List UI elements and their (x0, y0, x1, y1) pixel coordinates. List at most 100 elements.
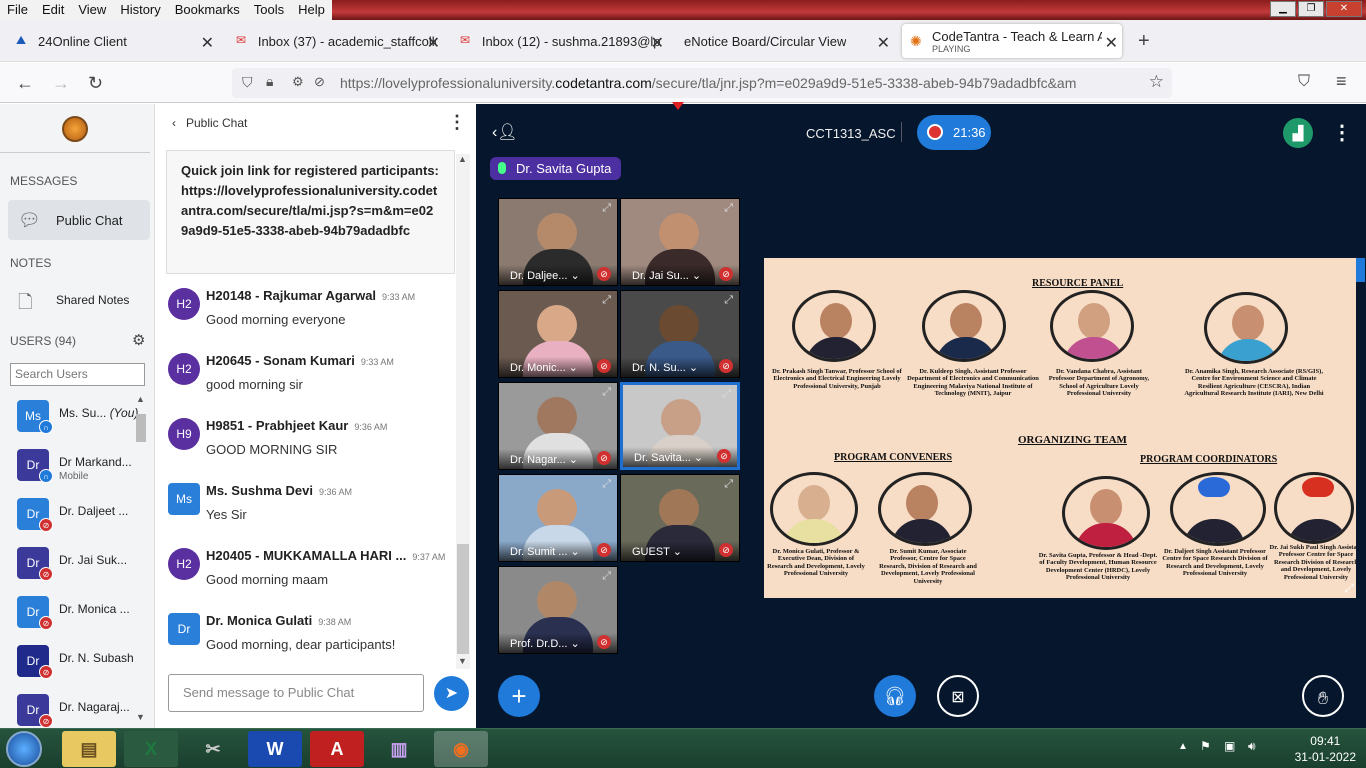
toggle-user-list-icon[interactable]: ‹👤︎ (492, 122, 518, 142)
left-sidebar: MESSAGES 💬︎ Public Chat NOTES 🗋︎ Shared … (0, 104, 155, 728)
url-text[interactable]: https://lovelyprofessionaluniversity.cod… (340, 75, 1076, 91)
expand-icon[interactable]: ⤢ (722, 388, 731, 401)
menu-tools[interactable]: Tools (246, 0, 292, 20)
muted-mic-icon: ⊘ (39, 665, 53, 679)
menu-view[interactable]: View (71, 0, 114, 20)
bookmark-star-icon[interactable]: ☆ (1149, 72, 1164, 92)
permissions-icon[interactable]: ⚙ (292, 74, 304, 90)
user-list-item[interactable]: Ms Ms. Su... (You) ∩ (17, 400, 152, 434)
menu-edit[interactable]: Edit (34, 0, 72, 20)
network-icon[interactable]: ▣ (1224, 739, 1235, 753)
portrait-photo (1062, 476, 1150, 550)
gear-icon[interactable]: ⚙ (132, 331, 145, 349)
add-actions-button[interactable]: + (498, 675, 540, 717)
shield-icon[interactable]: ⛉ (242, 74, 253, 91)
participant-video (537, 581, 577, 621)
muted-mic-icon: ⊘ (597, 635, 611, 649)
file-explorer-icon[interactable]: ▤ (62, 731, 116, 767)
menu-file[interactable]: File (0, 0, 35, 20)
chat-message-input[interactable]: Send message to Public Chat (168, 674, 424, 712)
close-window-button[interactable]: ✕ (1326, 1, 1362, 17)
camera-off-button[interactable]: ⊠ (937, 675, 979, 717)
video-tile[interactable]: ⤢ Dr. Monic... ⌄ ⊘ (498, 290, 618, 378)
start-button[interactable] (6, 731, 42, 767)
video-tile[interactable]: ⤢ Dr. Daljee... ⌄ ⊘ (498, 198, 618, 286)
firefox-icon[interactable]: ◉ (434, 731, 488, 767)
clock[interactable]: 09:41 31-01-2022 (1295, 733, 1356, 765)
public-chat-nav[interactable]: 💬︎ Public Chat (8, 200, 150, 240)
minimize-button[interactable]: ▁ (1270, 1, 1296, 17)
chat-back-link[interactable]: ‹ Public Chat (172, 116, 247, 130)
lock-icon[interactable]: 🔒︎ (266, 73, 273, 90)
raise-hand-button[interactable]: ✋︎ (1302, 675, 1344, 717)
video-tile[interactable]: ⤢ Dr. Savita... ⌄ ⊘ (620, 382, 740, 470)
presentation-slide: RESOURCE PANEL Dr. Prakash Singh Tanwar,… (764, 258, 1356, 598)
fullscreen-icon[interactable]: ⤢ (1344, 581, 1354, 596)
tab-enotice[interactable]: eNotice Board/Circular View ✕ (676, 24, 894, 58)
blocked-media-icon[interactable]: ⊘ (314, 74, 325, 90)
collapse-indicator-icon[interactable] (672, 102, 684, 110)
volume-icon[interactable]: 🔊︎ (1248, 739, 1256, 754)
winrar-icon[interactable]: ▥ (372, 731, 426, 767)
user-list-item[interactable]: Dr Dr. N. Subash ⊘ (17, 645, 152, 679)
back-icon[interactable]: ← (16, 73, 34, 94)
forward-icon[interactable]: → (52, 73, 70, 94)
close-tab-icon[interactable]: ✕ (877, 33, 890, 53)
user-list-item[interactable]: Dr Dr. Jai Suk... ⊘ (17, 547, 152, 581)
menu-icon[interactable]: ≡ (1336, 71, 1347, 92)
video-tile[interactable]: ⤢ GUEST ⌄ ⊘ (620, 474, 740, 562)
shared-notes-nav[interactable]: 🗋︎ Shared Notes (8, 280, 150, 320)
menu-history[interactable]: History (113, 0, 168, 20)
expand-icon[interactable]: ⤢ (724, 478, 733, 491)
chat-scrollbar[interactable]: ▲ ▼ (456, 154, 470, 669)
expand-icon[interactable]: ⤢ (724, 202, 733, 215)
user-list-item[interactable]: Dr Dr. Daljeet ... ⊘ (17, 498, 152, 532)
expand-icon[interactable]: ⤢ (602, 294, 611, 307)
show-hidden-icons[interactable]: ▲ (1178, 741, 1188, 752)
more-options-icon[interactable]: ⋮ (448, 112, 466, 133)
headphones-icon[interactable]: 🎧︎ (874, 675, 916, 717)
video-tile[interactable]: ⤢ Dr. Jai Su... ⌄ ⊘ (620, 198, 740, 286)
close-tab-icon[interactable]: ✕ (201, 33, 214, 53)
expand-icon[interactable]: ⤢ (724, 294, 733, 307)
tab-24online[interactable]: ⛰ 24Online Client ✕ (8, 24, 218, 58)
reload-icon[interactable]: ↻ (88, 73, 103, 94)
flag-icon[interactable]: ⚑ (1200, 739, 1211, 753)
menu-help[interactable]: Help (291, 0, 332, 20)
maximize-button[interactable]: ❐ (1298, 1, 1324, 17)
tab-codetantra[interactable]: ✺ CodeTantra - Teach & Learn An PLAYING … (902, 24, 1122, 58)
video-tile[interactable]: ⤢ Dr. Nagar... ⌄ ⊘ (498, 382, 618, 470)
word-icon[interactable]: W (248, 731, 302, 767)
users-scrollbar[interactable]: ▲ ▼ (134, 394, 148, 724)
acrobat-icon[interactable]: A (310, 731, 364, 767)
close-tab-icon[interactable]: ✕ (427, 33, 440, 53)
user-list-item[interactable]: Dr Dr. Nagaraj... ⊘ (17, 694, 152, 728)
recording-indicator[interactable]: 21:36 (917, 115, 991, 150)
snipping-tool-icon[interactable]: ✂ (186, 731, 240, 767)
resource-caption: Dr. Prakash Singh Tanwar, Professor Scho… (772, 368, 902, 390)
video-tile[interactable]: ⤢ Dr. Sumit ... ⌄ ⊘ (498, 474, 618, 562)
video-tile[interactable]: ⤢ Prof. Dr.D... ⌄ ⊘ (498, 566, 618, 654)
user-list-item[interactable]: Dr Dr. Monica ... ⊘ (17, 596, 152, 630)
sender-name: H9851 - Prabhjeet Kaur 9:36 AM (206, 418, 388, 433)
expand-icon[interactable]: ⤢ (602, 570, 611, 583)
close-tab-icon[interactable]: ✕ (651, 33, 664, 53)
expand-icon[interactable]: ⤢ (602, 478, 611, 491)
close-tab-icon[interactable]: ✕ (1105, 33, 1118, 53)
public-chat-panel: ‹ Public Chat ⋮ Quick join link for regi… (156, 104, 476, 728)
expand-icon[interactable]: ⤢ (602, 202, 611, 215)
send-button[interactable]: ➤ (434, 676, 469, 711)
tab-inbox-12[interactable]: ✉ Inbox (12) - sushma.21893@lpu ✕ (452, 24, 668, 58)
address-bar[interactable]: ⛉ 🔒︎ ⚙ ⊘ https://lovelyprofessionalunive… (232, 68, 1172, 98)
new-tab-button[interactable]: + (1138, 30, 1150, 53)
more-options-icon[interactable]: ⋮ (1332, 120, 1352, 145)
connection-status-icon[interactable]: ▟ (1283, 118, 1313, 148)
user-list-item[interactable]: Dr Dr Markand... Mobile ∩ (17, 449, 152, 483)
excel-icon[interactable]: X (124, 731, 178, 767)
video-tile[interactable]: ⤢ Dr. N. Su... ⌄ ⊘ (620, 290, 740, 378)
search-users-input[interactable]: Search Users (10, 363, 145, 386)
pocket-icon[interactable]: ⛉ (1298, 73, 1310, 91)
menu-bookmarks[interactable]: Bookmarks (167, 0, 247, 20)
expand-icon[interactable]: ⤢ (602, 386, 611, 399)
tab-inbox-37[interactable]: ✉ Inbox (37) - academic_staffcolle ✕ (228, 24, 444, 58)
